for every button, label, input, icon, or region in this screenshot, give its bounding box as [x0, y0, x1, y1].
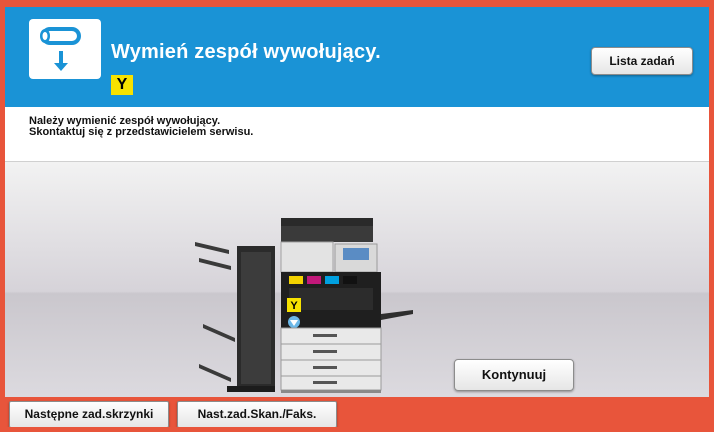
yellow-toner-badge: Y [111, 75, 133, 95]
developing-unit-replace-icon [29, 19, 101, 79]
printer-illustration: Y [195, 218, 413, 393]
continue-button[interactable]: Kontynuuj [454, 359, 574, 391]
next-box-job-button[interactable]: Następne zad.skrzynki [9, 401, 169, 427]
footer-bar: Następne zad.skrzynki Nast.zad.Skan./Fak… [5, 397, 709, 427]
device-panel-screen: Wymień zespół wywołujący. Y Lista zadań … [0, 0, 714, 432]
message-line-2: Skontaktuj się z przedstawicielem serwis… [29, 126, 254, 138]
alert-header: Wymień zespół wywołujący. Y Lista zadań [5, 7, 709, 107]
message-panel: Należy wymienić zespół wywołujący. Skont… [5, 107, 709, 162]
indicator-label: Y [290, 300, 298, 312]
job-list-button[interactable]: Lista zadań [591, 47, 693, 75]
alert-title: Wymień zespół wywołujący. [111, 41, 381, 63]
next-scan-fax-job-button[interactable]: Nast.zad.Skan./Faks. [177, 401, 337, 427]
illustration-area: Y Kontynuuj [5, 162, 709, 397]
